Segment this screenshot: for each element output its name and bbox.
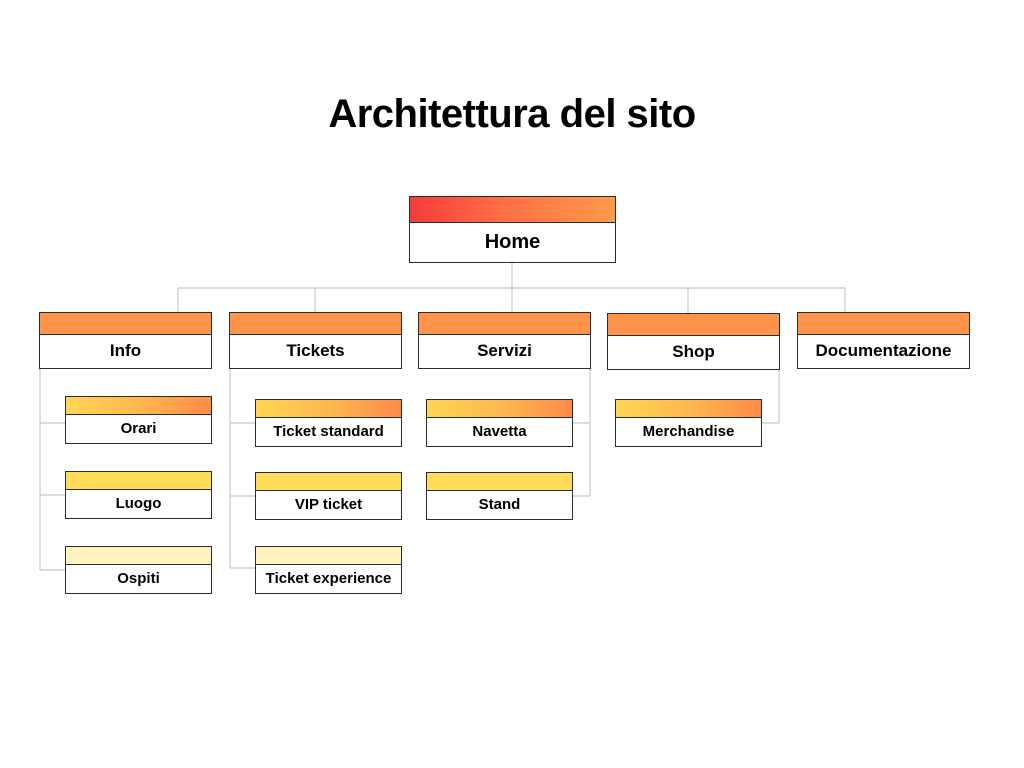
section-node-servizi[interactable]: Servizi (418, 312, 591, 369)
subpage-color-bar (256, 400, 401, 418)
section-color-bar (419, 313, 590, 335)
subpage-node-merchandise[interactable]: Merchandise (615, 399, 762, 447)
subpage-color-bar (256, 547, 401, 565)
section-color-bar (40, 313, 211, 335)
section-color-bar (230, 313, 401, 335)
section-node-documentazione[interactable]: Documentazione (797, 312, 970, 369)
subpage-node-vip-ticket[interactable]: VIP ticket (255, 472, 402, 520)
subpage-label-vip-ticket: VIP ticket (294, 496, 363, 513)
subpage-node-luogo[interactable]: Luogo (65, 471, 212, 519)
section-node-tickets[interactable]: Tickets (229, 312, 402, 369)
section-label-documentazione: Documentazione (815, 340, 952, 360)
section-color-bar (608, 314, 779, 336)
home-color-bar (410, 197, 615, 223)
subpage-label-orari: Orari (120, 420, 157, 437)
section-color-bar (798, 313, 969, 335)
section-label-shop: Shop (672, 341, 715, 361)
subpage-color-bar (427, 400, 572, 418)
section-node-info[interactable]: Info (39, 312, 212, 369)
subpage-color-bar (427, 473, 572, 491)
subpage-label-ospiti: Ospiti (117, 570, 160, 587)
subpage-node-ospiti[interactable]: Ospiti (65, 546, 212, 594)
subpage-label-merchandise: Merchandise (642, 423, 735, 440)
subpage-label-luogo: Luogo (115, 495, 162, 512)
subpage-color-bar (66, 397, 211, 415)
home-node[interactable]: Home (409, 196, 616, 263)
subpage-color-bar (256, 473, 401, 491)
section-label-info: Info (109, 340, 142, 360)
section-label-tickets: Tickets (286, 340, 345, 360)
subpage-node-ticket-standard[interactable]: Ticket standard (255, 399, 402, 447)
subpage-label-stand: Stand (478, 496, 521, 513)
subpage-color-bar (616, 400, 761, 418)
connector-lines (39, 262, 846, 571)
subpage-node-stand[interactable]: Stand (426, 472, 573, 520)
section-label-servizi: Servizi (477, 340, 532, 360)
subpage-label-navetta: Navetta (472, 423, 527, 440)
subpage-label-ticket-experience: Ticket experience (265, 570, 392, 587)
subpage-node-orari[interactable]: Orari (65, 396, 212, 444)
subpage-label-ticket-standard: Ticket standard (273, 423, 384, 440)
subpage-color-bar (66, 472, 211, 490)
section-node-shop[interactable]: Shop (607, 313, 780, 370)
subpage-node-ticket-experience[interactable]: Ticket experience (255, 546, 402, 594)
home-label: Home (484, 230, 541, 253)
subpage-color-bar (66, 547, 211, 565)
subpage-node-navetta[interactable]: Navetta (426, 399, 573, 447)
